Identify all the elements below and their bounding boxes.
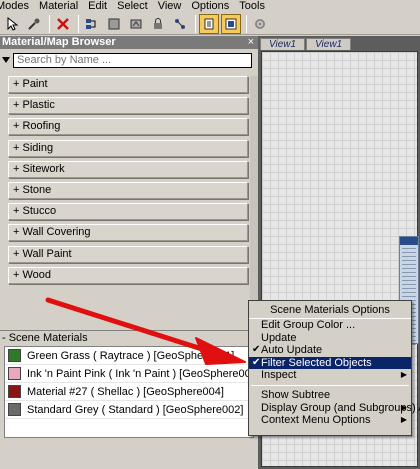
library-paint[interactable]: + Paint: [8, 76, 248, 93]
scene-materials-context-menu: Scene Materials Options Edit Group Color…: [248, 300, 420, 436]
submenu-arrow-icon: ▶: [400, 402, 407, 412]
list-item[interactable]: Material #27 ( Shellac ) [GeoSphere004]: [5, 383, 253, 401]
node-slot: [402, 268, 416, 269]
tab-view1[interactable]: View1: [260, 38, 306, 50]
menu-item-label: Edit Group Color ...: [261, 319, 356, 331]
menu-select[interactable]: Select: [113, 0, 154, 13]
material-swatch: [8, 385, 21, 398]
check-icon: ✔: [252, 344, 261, 356]
node-slot: [402, 284, 416, 285]
material-swatch: [8, 403, 21, 416]
toolbar-separator: [195, 14, 196, 33]
material-icon[interactable]: [104, 14, 124, 34]
menu-separator: [251, 384, 409, 386]
material-swatch: [8, 367, 21, 380]
menu-material[interactable]: Material: [35, 0, 84, 13]
map-icon[interactable]: [126, 14, 146, 34]
menu-item-label: Update: [261, 331, 297, 344]
node-link-icon[interactable]: [170, 14, 190, 34]
toolbar-separator: [246, 14, 247, 33]
toolbar-separator: [49, 14, 50, 33]
settings-icon[interactable]: [250, 14, 270, 34]
panel-title: Material/Map Browser: [0, 36, 258, 49]
material-label: Standard Grey ( Standard ) [GeoSphere002…: [27, 403, 244, 416]
node-slot: [402, 296, 416, 297]
menu-bar: Modes Material Edit Select View Options …: [0, 0, 420, 13]
eyedropper-icon[interactable]: [24, 14, 44, 34]
select-icon[interactable]: [2, 14, 22, 34]
material-label: Material #27 ( Shellac ) [GeoSphere004]: [27, 385, 224, 398]
node-slot: [402, 264, 416, 265]
list-item[interactable]: Green Grass ( Raytrace ) [GeoSphere001]: [5, 347, 253, 365]
toolbar-separator: [78, 14, 79, 33]
menu-item-display-group-as[interactable]: Display Group (and Subgroups) As ▶: [249, 402, 420, 415]
menu-tools[interactable]: Tools: [235, 0, 271, 13]
scene-materials-list: Green Grass ( Raytrace ) [GeoSphere001] …: [4, 346, 260, 438]
node-slot: [402, 248, 416, 249]
search-input[interactable]: [13, 52, 252, 68]
material-label: Green Grass ( Raytrace ) [GeoSphere001]: [27, 349, 235, 362]
node-slot: [402, 260, 416, 261]
menu-item-label: Filter Selected Objects: [261, 356, 372, 369]
highlight-icon[interactable]: [199, 13, 219, 34]
library-list: + Paint + Plastic + Roofing + Siding + S…: [8, 76, 248, 288]
menu-item-label: Auto Update: [261, 344, 323, 357]
node-slot: [402, 288, 416, 289]
node-slot: [402, 276, 416, 277]
menu-item-edit-group-color[interactable]: Edit Group Color ...: [249, 319, 411, 332]
menu-item-label: Inspect: [261, 369, 297, 382]
menu-options[interactable]: Options: [187, 0, 235, 13]
material-label: Ink 'n Paint Pink ( Ink 'n Paint ) [GeoS…: [27, 367, 260, 380]
scene-materials-header[interactable]: - Scene Materials: [0, 330, 258, 344]
node-slot: [402, 272, 416, 273]
menu-modes[interactable]: Modes: [0, 0, 35, 13]
library-wall-covering[interactable]: + Wall Covering: [8, 224, 248, 242]
node-slot: [402, 252, 416, 253]
layout-icon[interactable]: [82, 14, 102, 34]
check-icon: ✔: [252, 356, 261, 368]
library-scrollbar[interactable]: [250, 76, 258, 326]
node-header: [400, 237, 418, 245]
library-siding[interactable]: + Siding: [8, 139, 248, 157]
tab-view1-second[interactable]: View1: [306, 38, 352, 50]
node-slot: [402, 292, 416, 293]
menu-view[interactable]: View: [154, 0, 188, 13]
library-stucco[interactable]: + Stucco: [8, 203, 248, 221]
library-roofing[interactable]: + Roofing: [8, 118, 248, 136]
library-stone[interactable]: + Stone: [8, 181, 248, 199]
chevron-down-icon[interactable]: [1, 55, 11, 65]
library-wood[interactable]: + Wood: [8, 266, 248, 284]
menu-edit[interactable]: Edit: [84, 0, 113, 13]
search-row: [0, 51, 258, 69]
menu-item-filter-selected-objects[interactable]: ✔ Filter Selected Objects: [249, 356, 411, 370]
toolbar: [0, 13, 420, 35]
menu-item-update[interactable]: Update: [249, 332, 411, 345]
list-item[interactable]: Ink 'n Paint Pink ( Ink 'n Paint ) [GeoS…: [5, 365, 260, 383]
library-plastic[interactable]: + Plastic: [8, 97, 248, 115]
node-slot: [402, 280, 416, 281]
submenu-arrow-icon: ▶: [400, 370, 407, 380]
lock-icon[interactable]: [148, 14, 168, 34]
menu-item-context-menu-options[interactable]: Context Menu Options ▶: [249, 414, 411, 427]
close-icon[interactable]: ×: [248, 36, 254, 49]
list-item[interactable]: Standard Grey ( Standard ) [GeoSphere002…: [5, 401, 253, 419]
node-slot: [402, 256, 416, 257]
menu-item-label: Show Subtree: [261, 388, 331, 401]
menu-item-show-subtree[interactable]: Show Subtree: [249, 389, 411, 402]
material-map-browser: Material/Map Browser × + Paint + Plastic…: [0, 36, 260, 469]
delete-icon[interactable]: [53, 14, 73, 34]
submenu-arrow-icon: ▶: [400, 415, 407, 425]
panel-icon[interactable]: [221, 13, 241, 34]
library-wall-paint[interactable]: + Wall Paint: [8, 245, 248, 263]
menu-item-label: Context Menu Options: [261, 414, 371, 427]
context-menu-title: Scene Materials Options: [249, 301, 411, 319]
menu-item-label: Display Group (and Subgroups) As: [261, 401, 420, 414]
menu-item-auto-update[interactable]: ✔ Auto Update: [249, 344, 411, 357]
view-tabs: View1 View1: [260, 38, 352, 50]
library-sitework[interactable]: + Sitework: [8, 160, 248, 178]
menu-item-inspect[interactable]: Inspect ▶: [249, 369, 411, 382]
material-swatch: [8, 349, 21, 362]
